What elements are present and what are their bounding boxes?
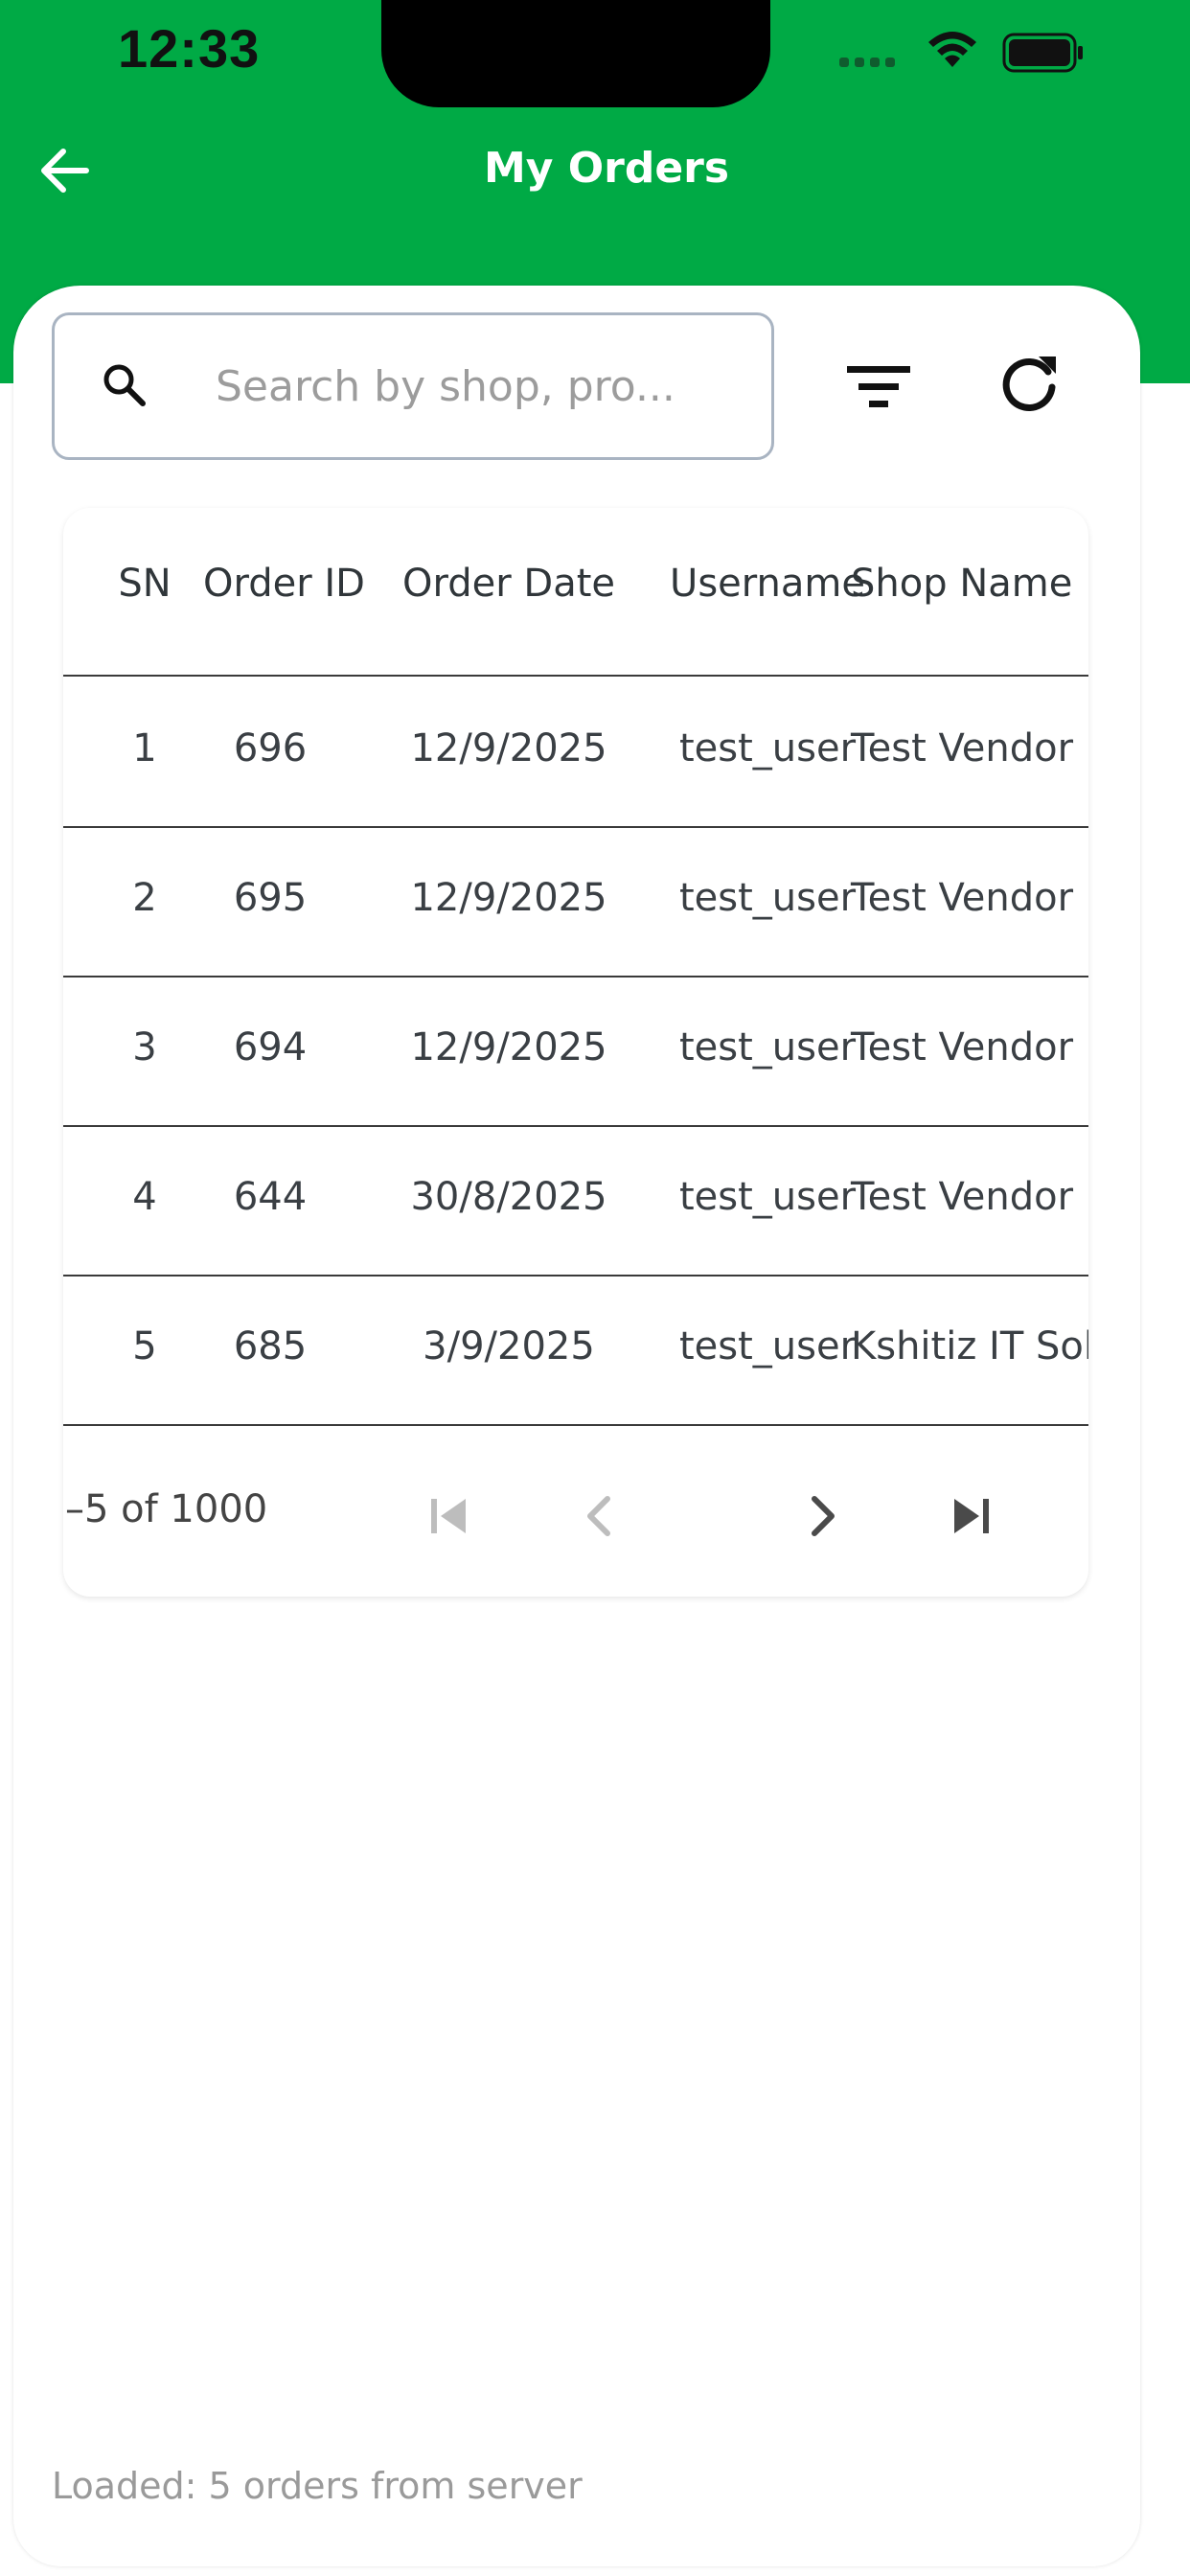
cell-order-date: 30/8/2025	[410, 1175, 607, 1219]
cell-order-id: 695	[233, 876, 308, 920]
cell-order-date: 3/9/2025	[423, 1324, 595, 1368]
cell-sn: 5	[132, 1324, 157, 1368]
cell-sn: 2	[132, 876, 157, 920]
page-title: My Orders	[483, 144, 730, 193]
signal-icon	[839, 58, 895, 67]
last-page-icon[interactable]	[941, 1485, 1002, 1547]
table-row[interactable]: 4 644 30/8/2025 test_user Test Vendor	[63, 1125, 1088, 1276]
wifi-icon	[928, 32, 976, 67]
orders-table: SN Order ID Order Date Username Shop Nam…	[63, 508, 1088, 1597]
next-page-icon[interactable]	[791, 1485, 853, 1547]
cell-sn: 3	[132, 1025, 157, 1070]
table-header: SN Order ID Order Date Username Shop Nam…	[63, 508, 1088, 677]
cell-order-date: 12/9/2025	[410, 1025, 607, 1070]
pagination-range: –5 of 1000	[65, 1487, 268, 1531]
table-row[interactable]: 2 695 12/9/2025 test_user Test Vendor	[63, 826, 1088, 978]
first-page-icon[interactable]	[418, 1485, 479, 1547]
table-row[interactable]: 1 696 12/9/2025 test_user Test Vendor	[63, 677, 1088, 828]
cell-shop-name: Test Vendor	[851, 1025, 1074, 1070]
column-header-shop-name[interactable]: Shop Name	[851, 562, 1088, 606]
cell-order-id: 644	[233, 1175, 308, 1219]
cell-order-date: 12/9/2025	[410, 876, 607, 920]
search-box[interactable]	[52, 312, 774, 460]
load-status: Loaded: 5 orders from server	[52, 2465, 583, 2507]
column-header-sn[interactable]: SN	[102, 562, 188, 606]
cell-order-id: 685	[233, 1324, 308, 1368]
cell-shop-name: Test Vendor	[851, 876, 1074, 920]
status-time: 12:33	[118, 18, 261, 79]
cell-order-id: 694	[233, 1025, 308, 1070]
cell-shop-name: Kshitiz IT Sol	[851, 1324, 1088, 1368]
previous-page-icon[interactable]	[569, 1485, 630, 1547]
column-header-order-id[interactable]: Order ID	[203, 562, 365, 606]
table-row[interactable]: 3 694 12/9/2025 test_user Test Vendor	[63, 976, 1088, 1127]
filter-icon[interactable]	[843, 355, 914, 418]
dynamic-island	[381, 0, 770, 107]
cell-sn: 1	[132, 726, 157, 770]
cell-order-date: 12/9/2025	[410, 726, 607, 770]
table-row[interactable]: 5 685 3/9/2025 test_user Kshitiz IT Sol	[63, 1275, 1088, 1426]
pagination: –5 of 1000	[63, 1466, 1088, 1597]
refresh-icon[interactable]	[995, 349, 1064, 418]
cell-sn: 4	[132, 1175, 157, 1219]
cell-shop-name: Test Vendor	[851, 1175, 1074, 1219]
cell-order-id: 696	[233, 726, 308, 770]
search-icon	[103, 364, 146, 406]
cell-shop-name: Test Vendor	[851, 726, 1074, 770]
column-header-order-date[interactable]: Order Date	[379, 562, 638, 606]
search-input[interactable]	[214, 352, 754, 421]
battery-icon	[1002, 33, 1083, 73]
